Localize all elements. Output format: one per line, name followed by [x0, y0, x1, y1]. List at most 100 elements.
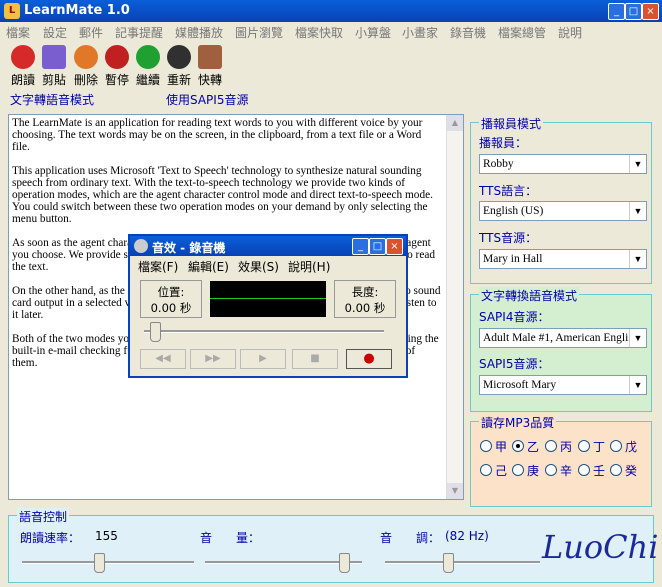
radio-icon — [610, 440, 622, 452]
record-button[interactable]: ● — [346, 349, 392, 369]
tts-mode-group-title: 文字轉換語音模式 — [479, 287, 580, 304]
recorder-menu-effects[interactable]: 效果(S) — [238, 258, 279, 275]
menu-explorer[interactable]: 檔案總管 — [498, 24, 546, 41]
restart-button[interactable]: 重新 — [163, 43, 195, 88]
read-label: 朗讀 — [10, 73, 35, 87]
minimize-button[interactable]: _ — [608, 3, 625, 20]
fast-forward-label: 快轉 — [197, 73, 222, 87]
mp3-option-geng[interactable]: 庚 — [512, 462, 539, 479]
continue-label: 繼續 — [135, 73, 160, 87]
pitch-slider[interactable] — [385, 553, 540, 573]
play-button[interactable]: ▶ — [240, 349, 286, 369]
restart-label: 重新 — [166, 73, 191, 87]
toolbar: 朗讀 剪貼 刪除 暫停 繼續 重新 快轉 — [0, 43, 662, 87]
read-button[interactable]: 朗讀 — [7, 43, 39, 88]
tts-language-value: English (US) — [483, 205, 544, 217]
chevron-down-icon[interactable]: ▼ — [629, 250, 646, 268]
position-display: 位置: 0.00 秒 — [140, 280, 202, 318]
window-title: LearnMate 1.0 — [24, 3, 130, 18]
radio-icon — [610, 464, 622, 476]
slider-thumb[interactable] — [150, 322, 161, 342]
tts-language-select[interactable]: English (US) ▼ — [479, 201, 647, 221]
recorder-position-slider[interactable] — [144, 322, 384, 342]
slider-track — [144, 330, 384, 333]
mp3-option-label: 壬 — [593, 464, 606, 478]
tts-voice-select[interactable]: Mary in Hall ▼ — [479, 249, 647, 269]
recorder-menu-help[interactable]: 說明(H) — [288, 258, 330, 275]
mp3-option-label: 癸 — [625, 464, 638, 478]
clip-label: 剪貼 — [41, 73, 66, 87]
lips-icon — [11, 45, 35, 69]
mp3-option-gui[interactable]: 癸 — [610, 462, 637, 479]
recorder-close-button[interactable]: × — [386, 238, 403, 255]
title-bar: L LearnMate 1.0 _ □ × — [0, 0, 662, 22]
menu-bar: 檔案 設定 郵件 記事提醒 媒體播放 圖片瀏覽 檔案快取 小算盤 小畫家 錄音機… — [0, 22, 662, 41]
chevron-down-icon[interactable]: ▼ — [629, 155, 646, 173]
recorder-menu-edit[interactable]: 編輯(E) — [188, 258, 229, 275]
radio-icon — [578, 464, 590, 476]
voice-control-title: 語音控制 — [17, 508, 70, 525]
menu-calculator[interactable]: 小算盤 — [355, 24, 391, 41]
chevron-down-icon[interactable]: ▼ — [629, 329, 646, 347]
close-button[interactable]: × — [642, 3, 659, 20]
mp3-option-ding[interactable]: 丁 — [578, 438, 605, 455]
slider-thumb[interactable] — [443, 553, 454, 573]
stop-button[interactable]: ■ — [292, 349, 338, 369]
recorder-maximize-button[interactable]: □ — [369, 238, 386, 255]
mp3-option-bing[interactable]: 丙 — [545, 438, 572, 455]
mp3-option-ren[interactable]: 壬 — [578, 462, 605, 479]
chevron-down-icon[interactable]: ▼ — [629, 202, 646, 220]
pause-button[interactable]: 暫停 — [101, 43, 133, 88]
mp3-option-wu[interactable]: 戊 — [610, 438, 637, 455]
chevron-down-icon[interactable]: ▼ — [629, 376, 646, 394]
sapi4-select[interactable]: Adult Male #1, American English (TruVoic… — [479, 328, 647, 348]
slider-track — [385, 561, 540, 564]
sapi5-select[interactable]: Microsoft Mary ▼ — [479, 375, 647, 395]
slider-thumb[interactable] — [339, 553, 350, 573]
recorder-minimize-button[interactable]: _ — [352, 238, 369, 255]
mode-label: 文字轉語音模式 — [10, 93, 95, 107]
radio-icon — [545, 464, 557, 476]
mp3-option-label: 乙 — [527, 440, 540, 454]
mp3-option-jia[interactable]: 甲 — [480, 438, 507, 455]
fast-forward-button[interactable]: 快轉 — [194, 43, 226, 88]
menu-recorder[interactable]: 錄音機 — [450, 24, 486, 41]
menu-mail[interactable]: 郵件 — [79, 24, 103, 41]
menu-reminder[interactable]: 記事提醒 — [115, 24, 163, 41]
clip-button[interactable]: 剪貼 — [38, 43, 70, 88]
announcer-select[interactable]: Robby ▼ — [479, 154, 647, 174]
mp3-option-xin[interactable]: 辛 — [545, 462, 572, 479]
maximize-button[interactable]: □ — [625, 3, 642, 20]
scroll-down-icon[interactable]: ▼ — [447, 483, 463, 499]
recorder-menu-file[interactable]: 檔案(F) — [138, 258, 178, 275]
pause-icon — [105, 45, 129, 69]
sapi4-value: Adult Male #1, American English (TruVoic… — [483, 332, 646, 344]
sapi5-label: SAPI5音源： — [479, 357, 550, 371]
tts-language-label: TTS語言： — [479, 184, 538, 198]
menu-paint[interactable]: 小畫家 — [402, 24, 438, 41]
forward-button[interactable]: ▶▶ — [190, 349, 236, 369]
menu-file[interactable]: 檔案 — [6, 24, 30, 41]
waveform-line — [210, 298, 326, 299]
menu-settings[interactable]: 設定 — [43, 24, 67, 41]
mp3-option-ji[interactable]: 己 — [480, 462, 507, 479]
continue-button[interactable]: 繼續 — [132, 43, 164, 88]
menu-help[interactable]: 說明 — [558, 24, 582, 41]
volume-slider[interactable] — [205, 553, 362, 573]
menu-media[interactable]: 媒體播放 — [175, 24, 223, 41]
radio-icon — [480, 440, 492, 452]
fast-forward-icon — [198, 45, 222, 69]
mp3-option-label: 丙 — [560, 440, 573, 454]
delete-button[interactable]: 刪除 — [70, 43, 102, 88]
recorder-title: 音效 - 錄音機 — [152, 241, 226, 255]
mp3-option-yi[interactable]: 乙 — [512, 438, 539, 455]
radio-icon — [480, 464, 492, 476]
scroll-up-icon[interactable]: ▲ — [447, 115, 463, 131]
rate-slider[interactable] — [22, 553, 194, 573]
menu-file-cache[interactable]: 檔案快取 — [295, 24, 343, 41]
text-scrollbar[interactable]: ▲ ▼ — [446, 115, 463, 499]
mp3-option-label: 庚 — [527, 464, 540, 478]
menu-pictures[interactable]: 圖片瀏覽 — [235, 24, 283, 41]
rewind-button[interactable]: ◀◀ — [140, 349, 186, 369]
slider-thumb[interactable] — [94, 553, 105, 573]
